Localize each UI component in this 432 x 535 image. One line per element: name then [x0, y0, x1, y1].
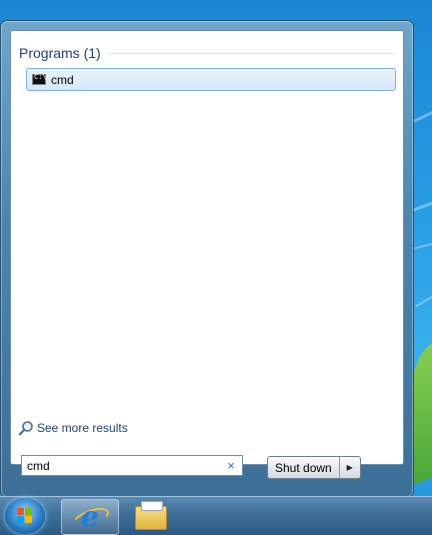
wallpaper-streak — [414, 294, 432, 308]
start-search-box: × — [21, 455, 243, 476]
see-more-results-label: See more results — [37, 421, 128, 435]
shutdown-options-arrow-icon[interactable]: ▶ — [340, 457, 360, 478]
clear-search-icon[interactable]: × — [223, 458, 239, 473]
shutdown-button-group: Shut down ▶ — [267, 456, 361, 479]
shutdown-button[interactable]: Shut down — [268, 457, 340, 478]
start-button[interactable] — [5, 498, 45, 534]
start-search-input[interactable] — [22, 458, 223, 473]
search-icon — [18, 421, 33, 436]
command-prompt-icon — [32, 73, 47, 85]
wallpaper-streak — [412, 241, 432, 251]
search-result-cmd[interactable]: cmd — [26, 68, 396, 91]
windows-logo-icon — [17, 508, 33, 524]
taskbar: e — [0, 496, 432, 535]
taskbar-windows-explorer-button[interactable] — [123, 499, 179, 533]
internet-explorer-icon: e — [81, 500, 99, 533]
section-divider — [108, 52, 395, 54]
start-menu: Programs (1) cmd See more results × Shut… — [0, 20, 414, 498]
see-more-results-link[interactable]: See more results — [18, 420, 128, 436]
search-result-label: cmd — [51, 72, 74, 87]
wallpaper-streak — [412, 110, 432, 123]
programs-section-title: Programs (1) — [19, 45, 101, 61]
taskbar-internet-explorer-button[interactable]: e — [61, 499, 119, 535]
folder-icon — [135, 501, 167, 530]
search-results-panel: Programs (1) cmd See more results — [10, 30, 404, 465]
programs-section-header: Programs (1) — [19, 44, 395, 62]
